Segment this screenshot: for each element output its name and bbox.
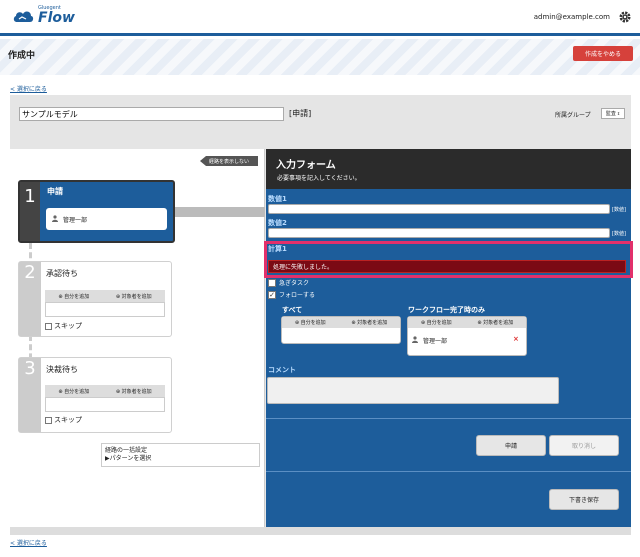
skip-checkbox[interactable]: スキップ xyxy=(45,321,82,331)
wf-member: 管理一部 xyxy=(412,336,447,345)
group-select[interactable]: 監査 ⇕ xyxy=(601,108,625,119)
person-icon xyxy=(412,336,418,345)
undo-button[interactable]: 取り消し xyxy=(549,435,619,456)
request-type-label: [申請] xyxy=(289,109,312,118)
field-unit: [数値] xyxy=(612,207,626,213)
comment-label: コメント xyxy=(268,366,296,374)
field-label: 計算1 xyxy=(268,245,287,253)
section-title-wf: ワークフロー完了時のみ xyxy=(408,306,485,314)
group-select-value: 監査 xyxy=(605,111,616,117)
follow-checkbox[interactable]: ✓ フォローする xyxy=(268,290,315,299)
wf-member-name: 管理一部 xyxy=(423,338,448,345)
form-subtitle: 必要事項を記入してください。 xyxy=(277,175,361,182)
step-title: 申請 xyxy=(47,187,63,196)
add-row: ⊕ 自分を追加 ⊕ 対象者を追加 xyxy=(45,290,165,302)
add-target-button[interactable]: ⊕ 対象者を追加 xyxy=(351,319,387,326)
add-self-label: 自分を追加 xyxy=(64,388,90,395)
logo-product: Flow xyxy=(38,10,75,26)
step-number: 3 xyxy=(19,358,41,432)
bulk-route-setting[interactable]: 経路の一括設定 ▶パターンを選択 xyxy=(101,443,260,467)
divider xyxy=(266,471,631,472)
add-row: ⊕ 自分を追加 ⊕ 対象者を追加 xyxy=(408,317,526,328)
gear-icon[interactable] xyxy=(618,10,632,24)
add-target-button[interactable]: ⊕ 対象者を追加 xyxy=(116,293,152,300)
comment-textarea[interactable] xyxy=(267,377,559,404)
page-title: 作成中 xyxy=(8,51,36,61)
add-target-label: 対象者を追加 xyxy=(121,293,152,300)
assignee-list[interactable] xyxy=(45,302,165,317)
add-row: ⊕ 自分を追加 ⊕ 対象者を追加 xyxy=(282,317,400,328)
skip-label: スキップ xyxy=(54,416,82,424)
checkbox-box[interactable] xyxy=(45,322,52,330)
bottom-bar xyxy=(10,527,631,535)
add-target-label: 対象者を追加 xyxy=(483,320,514,326)
field-label: 数値2 xyxy=(268,219,287,227)
add-self-label: 自分を追加 xyxy=(426,320,452,326)
skip-checkbox[interactable]: スキップ xyxy=(45,415,82,425)
add-target-label: 対象者を追加 xyxy=(121,388,152,395)
group-label: 所属グループ xyxy=(555,112,591,119)
bulk-route-title: 経路の一括設定 xyxy=(105,447,148,454)
model-name-input[interactable] xyxy=(19,107,284,121)
select-pattern-link[interactable]: ▶パターンを選択 xyxy=(105,455,256,463)
urgent-checkbox[interactable]: 急ぎタスク xyxy=(268,278,309,287)
field-label: 数値1 xyxy=(268,195,287,203)
cancel-creation-button[interactable]: 作成をやめる xyxy=(573,46,633,61)
add-self-button[interactable]: ⊕ 自分を追加 xyxy=(421,319,452,326)
add-self-button[interactable]: ⊕ 自分を追加 xyxy=(58,388,89,395)
step-number: 2 xyxy=(19,262,41,336)
field-unit: [数値] xyxy=(612,231,626,237)
error-message: 処理に失敗しました。 xyxy=(268,260,626,273)
urgent-label: 急ぎタスク xyxy=(279,280,310,287)
app-logo[interactable]: Gluegent Flow xyxy=(12,6,75,25)
assignee-list[interactable] xyxy=(45,397,165,412)
section-title-all: すべて xyxy=(282,306,303,314)
divider xyxy=(266,418,631,419)
status-bar xyxy=(0,39,640,75)
save-draft-button[interactable]: 下書き保存 xyxy=(549,489,619,510)
add-self-button[interactable]: ⊕ 自分を追加 xyxy=(58,293,89,300)
add-target-label: 対象者を追加 xyxy=(357,320,388,326)
add-self-button[interactable]: ⊕ 自分を追加 xyxy=(295,319,326,326)
assignee-name: 管理一部 xyxy=(63,216,88,224)
back-to-selection-link[interactable]: < 選択に戻る xyxy=(10,84,47,93)
person-icon xyxy=(52,214,58,224)
checkbox-box[interactable] xyxy=(268,278,276,287)
add-self-label: 自分を追加 xyxy=(64,293,90,300)
checkbox-box[interactable] xyxy=(45,416,52,424)
add-target-button[interactable]: ⊕ 対象者を追加 xyxy=(477,319,513,326)
add-target-button[interactable]: ⊕ 対象者を追加 xyxy=(116,388,152,395)
remove-icon[interactable]: × xyxy=(513,335,519,343)
skip-label: スキップ xyxy=(54,322,82,330)
add-row: ⊕ 自分を追加 ⊕ 対象者を追加 xyxy=(45,385,165,397)
add-self-label: 自分を追加 xyxy=(300,320,326,326)
checkmark-icon[interactable]: ✓ xyxy=(268,290,276,299)
step-connector xyxy=(175,207,265,217)
step-title: 決裁待ち xyxy=(46,365,78,374)
back-to-selection-link[interactable]: < 選択に戻る xyxy=(10,538,47,547)
follow-label: フォローする xyxy=(279,292,316,299)
apply-button[interactable]: 申請 xyxy=(476,435,546,456)
step-number: 1 xyxy=(20,182,40,241)
hide-route-button[interactable]: 経路を表示しない xyxy=(200,156,258,166)
form-title: 入力フォーム xyxy=(276,160,336,171)
user-email[interactable]: admin@example.com xyxy=(534,13,610,21)
cloud-logo-icon xyxy=(12,8,34,24)
number2-input[interactable] xyxy=(268,228,610,238)
assignee-card: 管理一部 xyxy=(46,208,167,230)
updown-icon: ⇕ xyxy=(616,111,621,116)
number1-input[interactable] xyxy=(268,204,610,214)
step-title: 承認待ち xyxy=(46,269,78,278)
